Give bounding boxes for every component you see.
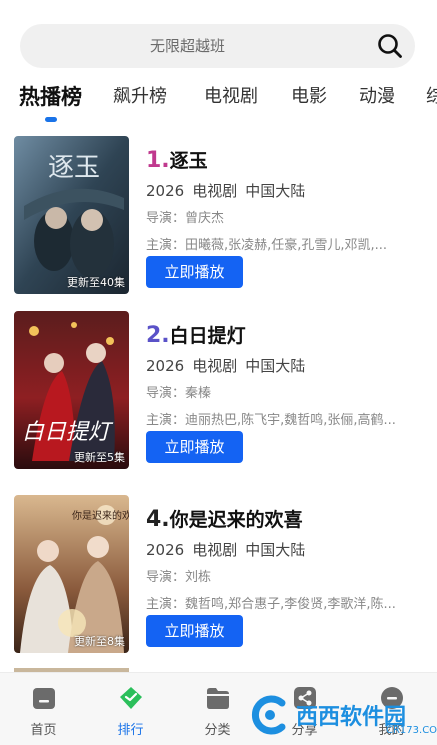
cast: 主演：魏哲鸣,郑合惠子,李俊贤,李歌洋,陈... <box>146 597 396 612</box>
watermark-sub: CR173.COM <box>386 725 437 736</box>
watermark-logo: 西西软件园 CR173.COM <box>248 695 437 739</box>
search-input[interactable]: 无限超越班 <box>20 24 355 68</box>
cast: 主演：迪丽热巴,陈飞宇,魏哲鸣,张俪,高鹤... <box>146 413 396 428</box>
type: 电视剧 <box>192 182 238 200</box>
rank-number: 4. <box>146 507 170 532</box>
year: 2026 <box>146 541 185 559</box>
item-title[interactable]: 2.白日提灯 <box>146 321 246 348</box>
poster-image[interactable]: 逐玉 更新至40集 <box>14 136 129 294</box>
diamond-icon <box>120 687 142 709</box>
tab-variety[interactable]: 综 <box>426 82 437 112</box>
list-item[interactable]: 逐玉 更新至40集 1.逐玉 2026 电视剧 中国大陆 导演：曾庆杰 主演：田曦薇… <box>0 136 437 296</box>
nav-label: 首页 <box>30 723 57 738</box>
update-badge: 更新至8集 <box>74 635 125 648</box>
rank-number: 2. <box>146 323 170 348</box>
director: 导演：曾庆杰 <box>146 211 225 226</box>
director: 导演：秦榛 <box>146 386 212 401</box>
nav-home[interactable]: 首页 <box>0 673 87 745</box>
list-item[interactable]: 白日提灯 更新至5集 2.白日提灯 2026 电视剧 中国大陆 导演：秦榛 主演：迪… <box>0 311 437 471</box>
meta-line: 2026 电视剧 中国大陆 <box>146 355 313 376</box>
search-icon[interactable] <box>377 33 403 59</box>
poster-image[interactable]: 白日提灯 更新至5集 <box>14 311 129 469</box>
nav-label: 排行 <box>117 723 144 738</box>
item-title[interactable]: 4.你是迟来的欢喜 <box>146 505 303 532</box>
poster-image[interactable]: 你是迟来的欢喜 更新至8集 <box>14 495 129 653</box>
meta-line: 2026 电视剧 中国大陆 <box>146 180 313 201</box>
tab-hot[interactable]: 热播榜 <box>19 82 82 112</box>
tab-anime[interactable]: 动漫 <box>359 82 395 112</box>
tab-indicator <box>45 117 57 122</box>
rank-number: 1. <box>146 148 170 173</box>
item-title[interactable]: 1.逐玉 <box>146 146 208 173</box>
tab-rising[interactable]: 飙升榜 <box>113 82 167 112</box>
folder-icon <box>207 688 229 709</box>
tab-movie[interactable]: 电影 <box>291 82 327 112</box>
tab-tv[interactable]: 电视剧 <box>204 82 258 112</box>
category-tabs: 热播榜 飙升榜 电视剧 电影 动漫 综 <box>0 82 437 122</box>
play-button[interactable]: 立即播放 <box>146 615 243 647</box>
watermark-icon <box>251 695 286 735</box>
title-text: 逐玉 <box>169 150 208 172</box>
poster-title-text: 白日提灯 <box>22 420 114 445</box>
poster-title-text: 逐玉 <box>48 153 100 183</box>
title-text: 白日提灯 <box>169 325 246 347</box>
title-text: 你是迟来的欢喜 <box>169 509 303 531</box>
type: 电视剧 <box>192 541 238 559</box>
list-item[interactable]: 你是迟来的欢喜 更新至8集 4.你是迟来的欢喜 2026电视剧中国大陆 导演：刘… <box>0 495 437 655</box>
home-icon <box>33 688 55 709</box>
type: 电视剧 <box>192 357 238 375</box>
cast: 主演：田曦薇,张凌赫,任豪,孔雪儿,邓凯,... <box>146 238 388 253</box>
poster-title-text: 你是迟来的欢喜 <box>72 509 129 522</box>
search-bar[interactable]: 无限超越班 <box>20 24 415 68</box>
region: 中国大陆 <box>245 357 306 375</box>
play-button[interactable]: 立即播放 <box>146 256 243 288</box>
nav-ranking[interactable]: 排行 <box>87 673 174 745</box>
update-badge: 更新至40集 <box>67 276 125 289</box>
play-button[interactable]: 立即播放 <box>146 431 243 463</box>
year: 2026 <box>146 182 185 200</box>
region: 中国大陆 <box>245 182 306 200</box>
update-badge: 更新至5集 <box>74 451 125 464</box>
year: 2026 <box>146 357 185 375</box>
meta-line: 2026 电视剧 中国大陆 <box>146 539 313 560</box>
director: 导演：刘栋 <box>146 570 212 585</box>
region: 中国大陆 <box>245 541 306 559</box>
